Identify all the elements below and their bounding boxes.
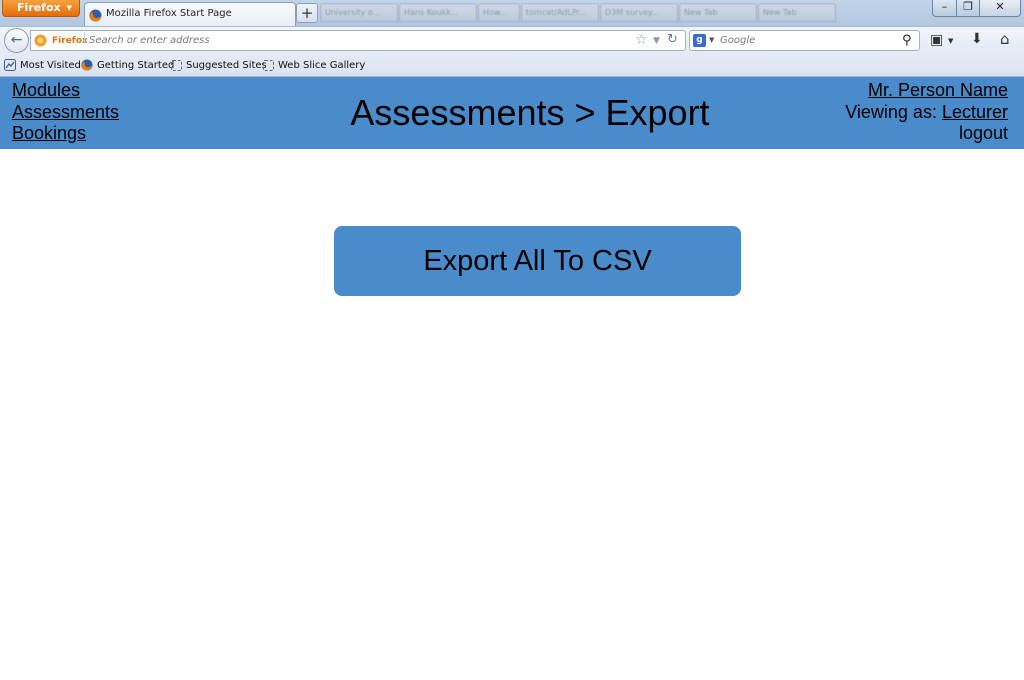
url-bar[interactable]: Firefox ☆ ▼ ↻: [30, 30, 686, 51]
search-input[interactable]: [720, 33, 900, 48]
google-icon[interactable]: g: [693, 34, 706, 47]
firefox-menu-button[interactable]: Firefox ▼: [2, 0, 80, 17]
back-button[interactable]: ←: [4, 28, 29, 53]
background-tab[interactable]: D3M survey...: [600, 3, 678, 22]
bookmark-label: Most Visited: [20, 60, 81, 71]
page-title: Assessments > Export: [350, 92, 710, 133]
viewing-as: Viewing as: Lecturer: [845, 102, 1008, 124]
bookmark-label: Suggested Sites: [186, 60, 267, 71]
export-csv-button[interactable]: Export All To CSV: [334, 226, 741, 296]
background-tabs: University o... Hans Koukk... How... tomcat…: [320, 3, 864, 24]
title-bar: Firefox ▼ Mozilla Firefox Start Page + Un…: [0, 0, 1024, 26]
address-input[interactable]: [89, 33, 629, 48]
restore-icon: ❐: [963, 0, 973, 13]
firefox-logo-icon: [34, 34, 47, 47]
background-tab[interactable]: Hans Koukk...: [399, 3, 477, 22]
background-tab[interactable]: University o...: [320, 3, 398, 22]
browser-chrome: Firefox ▼ Mozilla Firefox Start Page + Un…: [0, 0, 1024, 77]
bookmark-web-slice-gallery[interactable]: Web Slice Gallery: [263, 58, 365, 73]
bookmark-label: Getting Started: [97, 60, 175, 71]
bookmark-suggested-sites[interactable]: Suggested Sites: [171, 58, 267, 73]
caret-down-icon[interactable]: ▼: [709, 33, 714, 48]
firefox-menu-label: Firefox: [17, 1, 61, 14]
bookmarks-toolbar: Most Visited Getting Started Suggested S…: [0, 54, 1024, 77]
bookmark-label: Web Slice Gallery: [278, 60, 366, 71]
search-icon[interactable]: ⚲: [902, 31, 912, 50]
close-window-button[interactable]: ✕: [979, 0, 1021, 17]
tab-title: Mozilla Firefox Start Page: [106, 8, 232, 19]
search-bar[interactable]: g ▼ ⚲: [689, 30, 920, 51]
user-name-link[interactable]: Mr. Person Name: [868, 80, 1008, 100]
background-tab[interactable]: How...: [478, 3, 520, 22]
tab-active[interactable]: Mozilla Firefox Start Page: [84, 2, 296, 26]
page-header: Modules Assessments Bookings Assessments…: [0, 77, 1024, 149]
back-arrow-icon: ←: [10, 32, 23, 48]
viewing-as-label: Viewing as:: [845, 101, 942, 122]
user-panel: Mr. Person Name Viewing as: Lecturer log…: [845, 80, 1008, 145]
background-tab[interactable]: New Tab: [679, 3, 757, 22]
bookmarks-menu-icon[interactable]: ▣: [930, 31, 943, 49]
reload-icon[interactable]: ↻: [667, 31, 678, 49]
main-nav: Modules Assessments Bookings: [12, 80, 119, 145]
history-dropdown-icon[interactable]: ▼: [653, 33, 660, 49]
identity-label: Firefox: [52, 36, 88, 46]
firefox-logo-icon: [89, 7, 102, 26]
background-tab[interactable]: tomcat/AdLPr...: [521, 3, 599, 22]
logout-link[interactable]: logout: [959, 123, 1008, 143]
role-link[interactable]: Lecturer: [942, 102, 1008, 122]
nav-link-modules[interactable]: Modules: [12, 80, 119, 102]
bookmark-star-icon[interactable]: ☆: [635, 32, 648, 48]
page-icon: [263, 59, 274, 71]
nav-link-assessments[interactable]: Assessments: [12, 102, 119, 124]
page-icon: [171, 59, 182, 71]
close-icon: ✕: [995, 0, 1005, 13]
most-visited-icon: [4, 59, 16, 71]
navigation-toolbar: ← Firefox ☆ ▼ ↻ g ▼ ⚲ ▣ ▼ ⬇ ⌂: [0, 26, 1024, 54]
bookmark-most-visited[interactable]: Most Visited: [4, 58, 81, 73]
background-tab[interactable]: New Tab: [758, 3, 836, 22]
maximize-button[interactable]: ❐: [956, 0, 980, 17]
caret-down-icon[interactable]: ▼: [948, 32, 953, 50]
divider: [84, 32, 85, 44]
minimize-icon: –: [941, 0, 948, 13]
home-icon[interactable]: ⌂: [1000, 30, 1010, 48]
new-tab-button[interactable]: +: [296, 3, 318, 23]
caret-down-icon: ▼: [66, 4, 72, 12]
nav-link-bookings[interactable]: Bookings: [12, 123, 119, 145]
firefox-logo-icon: [81, 59, 93, 71]
downloads-icon[interactable]: ⬇: [971, 30, 983, 48]
bookmark-getting-started[interactable]: Getting Started: [81, 58, 174, 73]
minimize-button[interactable]: –: [932, 0, 957, 17]
